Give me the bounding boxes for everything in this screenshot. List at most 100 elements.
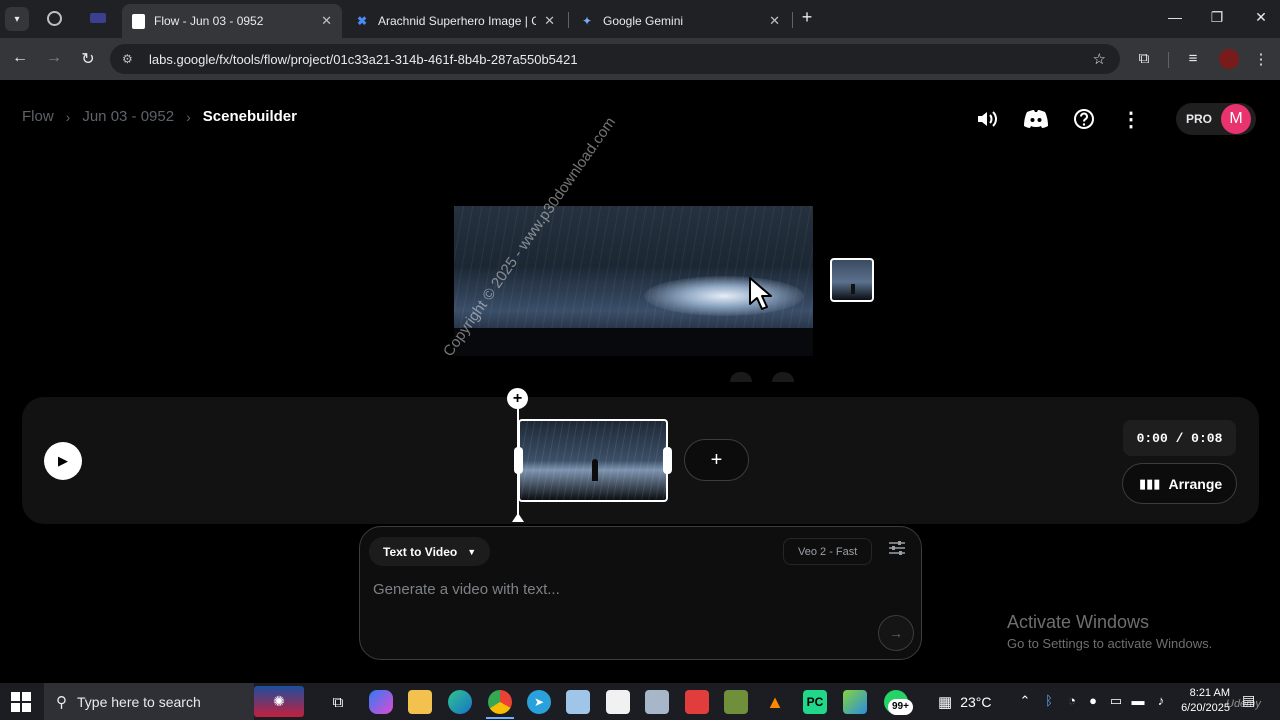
thumbnail-figure [851,284,855,294]
toolbar-divider [1168,52,1169,68]
bluestacks-icon[interactable] [843,690,867,714]
weather-icon: ▦ [938,694,953,711]
windows-start-icon[interactable] [10,691,32,713]
forward-button[interactable]: → [44,49,64,67]
network-icon[interactable]: ◔ [1064,693,1080,708]
breadcrumb-flow[interactable]: Flow [22,108,54,125]
prompt-input[interactable] [373,578,853,600]
breadcrumb-project[interactable]: Jun 03 - 0952 [82,108,174,125]
insert-marker-button[interactable]: + [507,388,528,409]
scene-thumbnail[interactable] [830,258,874,302]
restore-button[interactable]: ❐ [1207,9,1227,26]
preview-light [644,276,804,316]
weather-widget[interactable]: ▦ 23°C [938,693,991,711]
task-view-icon[interactable]: ⧉ [326,690,350,714]
tab-title: Arachnid Superhero Image | Go [378,14,537,28]
taskbar-search[interactable]: ⚲ Type here to search [44,683,254,720]
pinned-tab-app-icon[interactable] [90,13,106,23]
tab-title: Flow - Jun 03 - 0952 [154,14,264,28]
pinned-tab-globe-icon[interactable] [47,11,62,26]
close-tab-icon[interactable]: ✕ [544,13,555,29]
tab-flow[interactable]: Flow - Jun 03 - 0952 ✕ [122,4,342,38]
speaker-icon[interactable]: ♪ [1153,693,1169,708]
video-editor-icon[interactable] [685,690,709,714]
timeline-clip[interactable] [518,419,668,502]
tab-search-button[interactable]: ▾ [5,7,29,31]
search-highlight-icon[interactable]: ✺ [254,686,304,717]
add-clip-button[interactable]: + [684,439,749,481]
preview-control-dots[interactable] [730,372,800,382]
new-tab-button[interactable]: + [797,7,817,28]
gemini-sparkle-icon: ✦ [581,14,593,28]
game-app-icon[interactable] [724,690,748,714]
temperature: 23°C [960,694,992,710]
help-icon[interactable] [1071,106,1097,132]
copilot-icon[interactable] [369,690,393,714]
url-text: labs.google/fx/tools/flow/project/01c33a… [149,51,578,67]
model-selector[interactable]: Veo 2 - Fast [783,538,873,565]
vlc-icon[interactable]: ▲ [763,690,787,714]
back-button[interactable]: ← [10,49,30,67]
bookmark-star-icon[interactable]: ☆ [1093,50,1106,68]
close-tab-icon[interactable]: ✕ [321,13,332,29]
send-button[interactable]: → [878,615,914,651]
address-bar[interactable]: ⚙ labs.google/fx/tools/flow/project/01c3… [110,44,1120,74]
avatar[interactable]: M [1221,104,1251,134]
display-icon[interactable]: ▭ [1108,693,1124,709]
notification-count-badge: 99+ [888,699,913,715]
clip-trim-handle-right[interactable] [663,447,672,474]
telegram-icon[interactable]: ➤ [527,690,551,714]
playhead-tip[interactable] [512,513,524,522]
clip-trim-handle-left[interactable] [514,447,523,474]
search-icon: ⚲ [56,693,67,711]
clip-figure [592,459,598,481]
pycharm-icon[interactable]: PC [803,690,827,714]
plan-badge: PRO [1186,112,1213,126]
tab-title: Google Gemini [603,14,684,28]
site-info-icon[interactable]: ⚙ [122,52,138,66]
extensions-icon[interactable]: ⧉ [1134,50,1154,67]
preview-control-icon[interactable] [772,372,794,382]
system-clock[interactable]: 8:21 AM 6/20/2025 [1178,686,1230,716]
minimize-button[interactable]: — [1165,9,1185,25]
breadcrumb: Flow › Jun 03 - 0952 › Scenebuilder [22,108,297,125]
page-icon [132,13,145,29]
chevron-up-icon[interactable]: ⌃ [1017,693,1033,709]
volume-icon[interactable] [974,106,1000,132]
chevron-right-icon: › [186,108,191,125]
tab-gemini[interactable]: ✦ Google Gemini ✕ [570,4,790,38]
tab-separator [568,12,569,28]
arrange-icon: ▮▮▮ [1139,475,1161,491]
model-label: Veo 2 - Fast [798,545,858,558]
close-tab-icon[interactable]: ✕ [769,13,780,29]
activate-title: Activate Windows [1007,612,1150,632]
settings-sliders-icon[interactable] [886,540,908,562]
active-app-indicator [486,717,514,719]
mode-dropdown[interactable]: Text to Video ▼ [369,537,491,566]
reload-button[interactable]: ↻ [78,49,98,69]
edge-icon[interactable] [448,690,472,714]
pro-account-button[interactable]: PRO M [1176,103,1256,135]
archive-app-icon[interactable] [645,690,669,714]
microphone-icon[interactable]: ● [1085,693,1101,708]
tab-arachnid[interactable]: ✖ Arachnid Superhero Image | Go ✕ [345,4,565,38]
chrome-icon[interactable] [488,690,512,714]
notification-center-icon[interactable]: ▤ [1242,692,1255,709]
notes-app-icon[interactable] [566,690,590,714]
preview-ground [454,328,813,356]
bluetooth-icon[interactable]: ᛒ [1041,693,1057,708]
preview-control-icon[interactable] [730,372,752,382]
discord-icon[interactable] [1023,106,1049,132]
tab-separator [792,12,793,28]
play-button[interactable]: ▶ [44,442,82,480]
more-vert-icon[interactable]: ⋮ [1118,106,1144,132]
battery-icon[interactable]: ▬ [1130,693,1146,708]
arrange-button[interactable]: ▮▮▮ Arrange [1122,463,1237,504]
chrome-menu-icon[interactable]: ⋮ [1251,50,1271,68]
profile-icon[interactable] [1219,49,1239,69]
close-window-button[interactable]: ✕ [1251,9,1271,26]
file-explorer-icon[interactable] [408,690,432,714]
media-queue-icon[interactable]: ≡ [1183,50,1203,67]
activate-windows-notice: Activate Windows Go to Settings to activ… [1007,612,1212,651]
document-icon[interactable] [606,690,630,714]
